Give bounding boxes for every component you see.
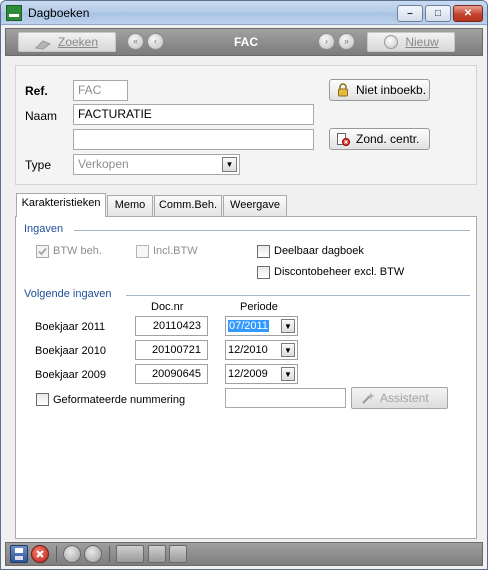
incl-btw-checkbox[interactable] (136, 245, 149, 258)
last-record-icon[interactable]: » (338, 33, 355, 50)
geformateerde-nummering-field[interactable] (225, 388, 346, 408)
toolbar-separator (109, 546, 110, 562)
volgende-ingaven-title: Volgende ingaven (24, 288, 112, 300)
lock-icon (336, 83, 350, 97)
new-button[interactable]: Nieuw (367, 32, 455, 52)
naam-label: Naam (25, 109, 58, 123)
docnr-column-header: Doc.nr (151, 301, 184, 313)
ingaven-divider (74, 230, 470, 231)
new-icon (384, 35, 398, 49)
previous-record-icon[interactable]: ‹ (147, 33, 164, 50)
chevron-down-icon[interactable]: ▼ (281, 343, 295, 357)
header-form: Ref. FAC Naam FACTURATIE Type Verkopen ▼… (15, 65, 477, 185)
docnr-2011-field[interactable]: 20110423 (135, 316, 208, 336)
boekjaar-2009-label: Boekjaar 2009 (35, 369, 106, 381)
discontobeheer-checkbox[interactable] (257, 266, 270, 279)
checkmark-icon (38, 247, 47, 256)
chevron-down-icon[interactable]: ▼ (281, 319, 295, 333)
docnr-2009-field[interactable]: 20090645 (135, 364, 208, 384)
tab-panel-karakteristieken: Ingaven BTW beh. Incl.BTW Deelbaar dagbo… (15, 216, 477, 539)
title-bar: Dagboeken – □ ✕ (1, 1, 487, 25)
periode-2011-value: 07/2011 (228, 320, 269, 332)
boekjaar-2010-label: Boekjaar 2010 (35, 345, 106, 357)
incl-btw-label: Incl.BTW (153, 245, 198, 257)
maximize-button[interactable]: □ (425, 5, 451, 22)
first-record-icon[interactable]: « (127, 33, 144, 50)
btw-beh-label: BTW beh. (53, 245, 102, 257)
chevron-down-icon[interactable]: ▼ (222, 157, 237, 172)
minimize-button[interactable]: – (397, 5, 423, 22)
assistent-label: Assistent (380, 391, 429, 405)
chevron-down-icon[interactable]: ▼ (281, 367, 295, 381)
search-icon (34, 37, 52, 50)
ingaven-section-title: Ingaven (24, 223, 64, 235)
bottom-toolbar (5, 542, 483, 566)
deelbaar-dagboek-label: Deelbaar dagboek (274, 245, 364, 257)
preview-icon[interactable] (148, 545, 166, 563)
wizard-icon (361, 391, 375, 411)
type-select[interactable]: Verkopen ▼ (73, 154, 240, 175)
periode-2010-value: 12/2010 (228, 344, 268, 356)
print-menu-icon[interactable] (116, 545, 144, 563)
ref-label: Ref. (25, 84, 48, 98)
tab-comm-beh[interactable]: Comm.Beh. (154, 195, 222, 216)
type-select-value: Verkopen (78, 157, 129, 171)
refresh-icon[interactable] (63, 545, 81, 563)
navigation-toolbar: Zoeken « ‹ FAC › » Nieuw (5, 28, 483, 56)
geformateerde-nummering-label: Geformateerde nummering (53, 394, 186, 406)
geformateerde-nummering-checkbox[interactable] (36, 393, 49, 406)
discontobeheer-label: Discontobeheer excl. BTW (274, 266, 405, 278)
zond-centr-label: Zond. centr. (356, 132, 420, 146)
navigate-icon[interactable] (84, 545, 102, 563)
search-button[interactable]: Zoeken (18, 32, 116, 52)
periode-2009-select[interactable]: 12/2009 ▼ (225, 364, 298, 384)
window: Dagboeken – □ ✕ Zoeken « ‹ FAC › » Nieuw… (0, 0, 488, 570)
periode-2010-select[interactable]: 12/2010 ▼ (225, 340, 298, 360)
cancel-icon[interactable] (31, 545, 49, 563)
deelbaar-dagboek-checkbox[interactable] (257, 245, 270, 258)
type-label: Type (25, 158, 52, 172)
app-icon (6, 5, 22, 21)
btw-beh-checkbox[interactable] (36, 245, 49, 258)
tab-karakteristieken[interactable]: Karakteristieken (16, 193, 106, 217)
window-title: Dagboeken (28, 6, 90, 20)
niet-inboekb-button[interactable]: Niet inboekb. (329, 79, 430, 101)
record-title: FAC (234, 35, 258, 49)
tab-memo[interactable]: Memo (107, 195, 153, 216)
document-cancel-icon (336, 132, 350, 146)
periode-2009-value: 12/2009 (228, 368, 268, 380)
ref-field[interactable]: FAC (73, 80, 128, 101)
toolbar-separator (56, 546, 57, 562)
next-record-icon[interactable]: › (318, 33, 335, 50)
naam-field[interactable]: FACTURATIE (73, 104, 314, 125)
tab-weergave[interactable]: Weergave (223, 195, 287, 216)
close-button[interactable]: ✕ (453, 5, 483, 22)
volgende-ingaven-divider (126, 295, 470, 296)
save-icon[interactable] (10, 545, 28, 563)
periode-column-header: Periode (240, 301, 278, 313)
niet-inboekb-label: Niet inboekb. (356, 83, 427, 97)
periode-2011-select[interactable]: 07/2011 ▼ (225, 316, 298, 336)
docnr-2010-field[interactable]: 20100721 (135, 340, 208, 360)
naam2-field[interactable] (73, 129, 314, 150)
eraser-icon[interactable] (169, 545, 187, 563)
zond-centr-button[interactable]: Zond. centr. (329, 128, 430, 150)
boekjaar-2011-label: Boekjaar 2011 (35, 321, 106, 333)
assistent-button[interactable]: Assistent (351, 387, 448, 409)
